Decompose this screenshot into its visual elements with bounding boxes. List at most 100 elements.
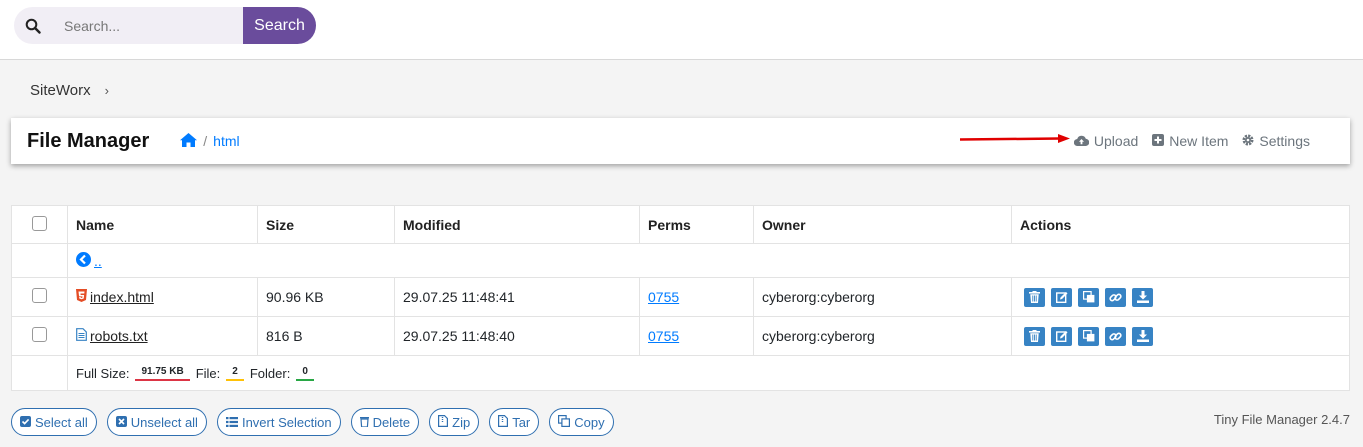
link-icon[interactable] [1105,326,1126,346]
invert-selection-label: Invert Selection [241,414,332,430]
search-icon [14,18,52,34]
row-checkbox[interactable] [32,327,47,342]
circle-arrow-left-icon [76,251,91,270]
text-file-icon [76,328,87,344]
unselect-all-label: Unselect all [130,414,198,430]
copy-icon[interactable] [1078,287,1099,307]
file-perms-link[interactable]: 0755 [648,328,679,344]
column-name: Name [67,205,258,244]
row-checkbox[interactable] [32,288,47,303]
file-manager-header: File Manager / html Upload New Item Sett… [11,118,1350,164]
files-table: Name Size Modified Perms Owner Actions .… [11,205,1350,391]
file-name: robots.txt [90,328,148,344]
row-actions [1024,326,1349,346]
cloud-upload-icon [1073,133,1090,149]
file-modified: 29.07.25 11:48:40 [394,316,640,356]
table-row: robots.txt 816 B 29.07.25 11:48:40 0755 … [11,316,1350,356]
trash-icon[interactable] [1024,326,1045,346]
search-group: Search [14,7,316,44]
column-owner: Owner [753,205,1012,244]
html5-icon [76,289,87,305]
column-size: Size [257,205,395,244]
search-button[interactable]: Search [243,7,316,44]
archive-file-icon [498,414,509,430]
file-perms-link[interactable]: 0755 [648,289,679,305]
file-name-link[interactable]: robots.txt [76,328,148,344]
select-all-checkbox[interactable] [32,215,47,231]
tar-label: Tar [512,414,531,430]
select-all-button[interactable]: Select all [11,408,97,436]
new-item-label: New Item [1169,133,1229,149]
new-item-button[interactable]: New Item [1152,133,1228,149]
gear-icon [1242,133,1254,149]
select-all-checkbox-cell [11,205,68,244]
search-input[interactable] [64,17,234,34]
full-size-badge: 91.75 KB [135,365,190,381]
bulk-actions: Select all Unselect all Invert Selection… [11,408,614,436]
table-row: index.html 90.96 KB 29.07.25 11:48:41 07… [11,277,1350,317]
select-all-label: Select all [35,414,88,430]
link-icon[interactable] [1105,287,1126,307]
file-size: 90.96 KB [257,277,395,317]
tar-button[interactable]: Tar [489,408,540,436]
path-separator: / [203,133,208,149]
home-icon[interactable] [180,132,198,150]
check-square-icon [20,415,31,430]
unselect-all-button[interactable]: Unselect all [106,408,207,436]
delete-label: Delete [372,414,411,430]
search-box[interactable] [14,7,243,44]
rename-edit-icon[interactable] [1051,326,1072,346]
path-html-link[interactable]: html [213,133,239,149]
upload-button[interactable]: Upload [1073,133,1139,149]
folder-count-badge: 0 [296,365,314,381]
annotation-arrow-icon [960,134,1070,143]
trash-icon[interactable] [1024,287,1045,307]
zip-label: Zip [452,414,471,430]
page-title: File Manager [27,129,150,152]
settings-button[interactable]: Settings [1242,133,1310,149]
chevron-right-icon: › [104,83,109,98]
rename-edit-icon[interactable] [1051,287,1072,307]
zip-button[interactable]: Zip [429,408,480,436]
parent-directory-row: .. [11,243,1350,278]
upload-label: Upload [1093,133,1139,149]
x-square-icon [115,415,127,430]
settings-label: Settings [1259,133,1310,149]
parent-directory-link[interactable]: .. [76,251,102,270]
list-icon [225,415,238,430]
copy-icon [558,414,571,430]
file-count-badge: 2 [226,365,244,381]
summary-text: Full Size: 91.75 KB File: 2 Folder: 0 [76,365,1349,381]
download-icon[interactable] [1132,287,1153,307]
header-actions: Upload New Item Settings [1073,118,1310,164]
invert-selection-button[interactable]: Invert Selection [216,408,341,436]
copy-button[interactable]: Copy [549,408,614,436]
breadcrumb: SiteWorx › [30,82,109,99]
column-modified: Modified [394,205,640,244]
table-header-row: Name Size Modified Perms Owner Actions [11,205,1350,244]
file-name-link[interactable]: index.html [76,289,154,305]
file-size: 816 B [257,316,395,356]
row-actions [1024,287,1349,307]
summary-row: Full Size: 91.75 KB File: 2 Folder: 0 [11,355,1350,391]
trash-icon [359,415,369,430]
parent-directory-cell: .. [67,243,1350,278]
file-owner: cyberorg:cyberorg [753,316,1012,356]
file-name: index.html [90,289,154,305]
file-owner: cyberorg:cyberorg [753,277,1012,317]
file-count-label: File: [195,365,221,381]
folder-count-label: Folder: [249,365,291,381]
full-size-label: Full Size: [76,365,130,381]
delete-button[interactable]: Delete [350,408,420,436]
path-breadcrumb: / html [180,132,240,150]
copy-label: Copy [574,414,605,430]
zip-file-icon [438,414,449,430]
breadcrumb-siteworx[interactable]: SiteWorx [30,82,91,99]
plus-square-icon [1152,133,1165,149]
file-modified: 29.07.25 11:48:41 [394,277,640,317]
column-perms: Perms [639,205,754,244]
version-text: Tiny File Manager 2.4.7 [1213,412,1350,427]
download-icon[interactable] [1132,326,1153,346]
parent-directory-label: .. [94,252,102,269]
copy-icon[interactable] [1078,326,1099,346]
